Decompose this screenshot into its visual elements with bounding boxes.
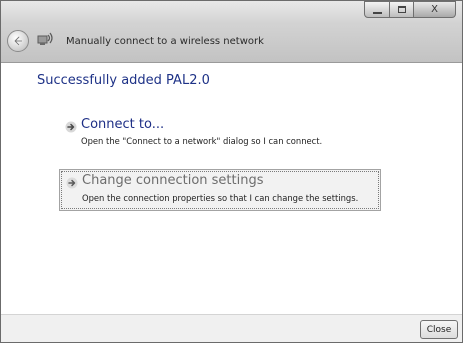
- change-connection-settings-option[interactable]: Change connection settings Open the conn…: [59, 169, 381, 211]
- window-close-button[interactable]: X: [414, 1, 456, 18]
- connect-to-option[interactable]: Connect to... Open the "Connect to a net…: [59, 113, 381, 155]
- connect-to-description: Open the "Connect to a network" dialog s…: [81, 136, 323, 146]
- title-bar: X Manually connect to a wireless network: [1, 1, 462, 63]
- connect-to-link[interactable]: Connect to...: [81, 117, 164, 132]
- green-arrow-icon: [66, 177, 78, 189]
- green-arrow-icon: [65, 121, 77, 133]
- dialog-window: X Manually connect to a wireless network…: [0, 0, 463, 343]
- close-icon: X: [431, 3, 438, 15]
- maximize-icon: [397, 6, 406, 13]
- wireless-network-icon: [37, 32, 53, 45]
- window-title: Manually connect to a wireless network: [66, 36, 264, 47]
- page-heading: Successfully added PAL2.0: [37, 73, 210, 88]
- maximize-button[interactable]: [390, 1, 414, 18]
- dialog-footer: Close: [1, 314, 462, 342]
- change-connection-settings-description: Open the connection properties so that I…: [82, 193, 359, 203]
- change-connection-settings-link[interactable]: Change connection settings: [82, 173, 264, 188]
- content-area: Successfully added PAL2.0 Connect to... …: [1, 63, 462, 314]
- close-button[interactable]: Close: [420, 320, 458, 339]
- minimize-icon: [372, 11, 382, 14]
- minimize-button[interactable]: [364, 1, 390, 18]
- back-button[interactable]: [7, 30, 29, 52]
- back-arrow-icon: [13, 35, 24, 47]
- window-controls: X: [364, 1, 456, 18]
